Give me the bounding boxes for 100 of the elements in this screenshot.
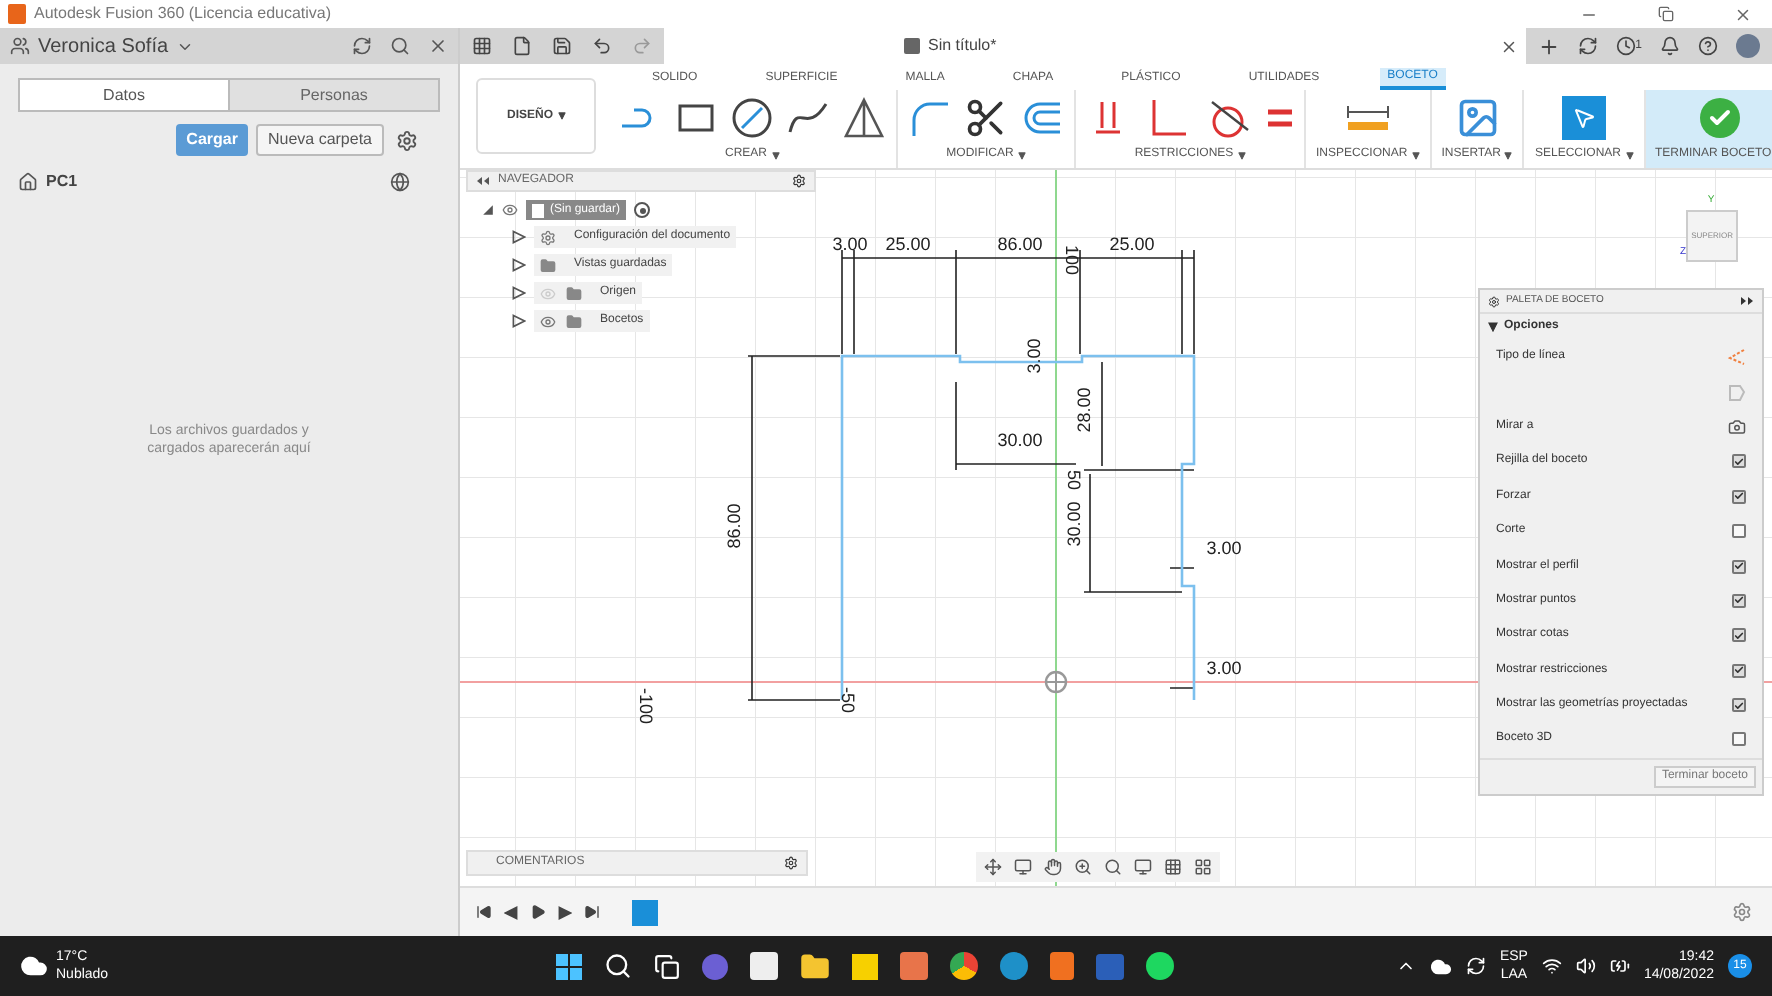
play-icon[interactable] xyxy=(530,904,546,920)
dimension-label[interactable]: 100 xyxy=(1062,244,1082,276)
skip-end-icon[interactable] xyxy=(584,904,600,920)
browser-icon[interactable] xyxy=(950,952,979,980)
notes-icon[interactable] xyxy=(852,953,879,979)
folder-icon[interactable] xyxy=(800,951,831,981)
collapse-icon[interactable] xyxy=(476,176,490,186)
expand-panel-icon[interactable] xyxy=(1740,296,1754,306)
caret-down-icon[interactable] xyxy=(1625,151,1633,159)
dimension-label[interactable]: 30.00 xyxy=(1064,501,1084,547)
save-icon[interactable] xyxy=(552,36,572,56)
caret-down-icon[interactable] xyxy=(1017,151,1026,159)
caret-down-icon[interactable] xyxy=(1237,151,1246,159)
circle-tool-icon[interactable] xyxy=(730,96,774,140)
sync-icon[interactable] xyxy=(1465,956,1486,976)
timeline-sketch-icon[interactable] xyxy=(632,899,658,925)
new-tab-icon[interactable] xyxy=(1537,35,1560,57)
notifications-icon[interactable] xyxy=(1660,36,1680,56)
task-view-icon[interactable] xyxy=(654,953,681,979)
checkbox[interactable] xyxy=(1732,732,1746,747)
dimension-label[interactable]: 3.00 xyxy=(1024,338,1044,374)
dimension-label[interactable]: 86.00 xyxy=(997,234,1043,254)
avatar[interactable] xyxy=(1736,34,1760,58)
checkbox[interactable] xyxy=(1732,663,1746,678)
sync-icon[interactable] xyxy=(1577,36,1598,56)
checkbox[interactable] xyxy=(1732,524,1746,539)
tangent-icon[interactable] xyxy=(1206,96,1250,140)
image-icon[interactable] xyxy=(1455,96,1500,140)
globe-icon[interactable] xyxy=(390,172,410,192)
job-status-icon[interactable] xyxy=(1615,36,1636,56)
dimension-label[interactable]: 86.00 xyxy=(724,503,744,549)
checkbox[interactable] xyxy=(1732,454,1746,469)
viewports-icon[interactable] xyxy=(1194,858,1212,876)
dimension-label[interactable]: 3.00 xyxy=(1206,538,1242,558)
caret-down-icon[interactable] xyxy=(1504,151,1513,159)
zoom-window-icon[interactable] xyxy=(1104,858,1122,876)
orbit-icon[interactable] xyxy=(984,858,1002,876)
skip-start-icon[interactable] xyxy=(476,904,492,920)
section-caret-icon[interactable] xyxy=(1488,322,1498,332)
expanded-caret-icon[interactable] xyxy=(482,204,494,216)
new-folder-button[interactable]: Nueva carpeta xyxy=(255,124,384,156)
close-icon[interactable] xyxy=(428,36,448,56)
file-icon[interactable] xyxy=(512,36,532,56)
restore-icon[interactable] xyxy=(1658,5,1674,21)
panel-tab[interactable]: Datos xyxy=(20,80,228,110)
dimension-label[interactable]: -100 xyxy=(636,688,656,724)
volume-icon[interactable] xyxy=(1575,956,1596,976)
settings-icon[interactable] xyxy=(784,856,798,870)
battery-icon[interactable] xyxy=(1609,956,1630,976)
chat-icon[interactable] xyxy=(702,953,729,979)
scissors-icon[interactable] xyxy=(964,96,1008,140)
help-icon[interactable] xyxy=(1698,36,1718,56)
caret-down-icon[interactable] xyxy=(771,151,779,159)
refresh-icon[interactable] xyxy=(352,36,372,56)
look-at-icon[interactable] xyxy=(1014,858,1032,876)
dimension-label[interactable]: 25.00 xyxy=(885,234,931,254)
dimension-label[interactable]: 50 xyxy=(1064,470,1084,490)
grid-icon[interactable] xyxy=(1164,858,1182,876)
checkbox[interactable] xyxy=(1732,559,1746,574)
checkbox[interactable] xyxy=(1732,698,1746,713)
checkbox[interactable] xyxy=(1732,489,1746,504)
zoom-icon[interactable] xyxy=(1074,858,1092,876)
panel-tab[interactable]: Personas xyxy=(228,80,438,110)
settings-icon[interactable] xyxy=(792,174,806,188)
undo-icon[interactable] xyxy=(592,36,612,56)
user-name[interactable]: Veronica Sofía xyxy=(38,31,169,61)
document-tab[interactable]: Sin título* xyxy=(664,28,1526,64)
start-icon[interactable] xyxy=(556,953,583,979)
cloud-icon[interactable] xyxy=(20,952,48,980)
cloud-icon[interactable] xyxy=(1429,955,1452,977)
checkbox[interactable] xyxy=(1732,628,1746,643)
dimension-label[interactable]: 28.00 xyxy=(1074,387,1094,433)
grid-menu-icon[interactable] xyxy=(472,36,492,56)
camera-icon[interactable] xyxy=(1728,417,1746,436)
check-icon[interactable] xyxy=(1699,98,1740,138)
close-icon[interactable] xyxy=(1734,5,1752,23)
triangle-tool-icon[interactable] xyxy=(842,96,886,140)
wifi-icon[interactable] xyxy=(1541,956,1562,976)
display-icon[interactable] xyxy=(1134,858,1152,876)
dimension-label[interactable]: 30.00 xyxy=(997,430,1043,450)
dimension-label[interactable]: 3.00 xyxy=(832,234,868,254)
search-icon[interactable] xyxy=(604,952,633,980)
app-icon[interactable] xyxy=(750,952,779,980)
dimension-label[interactable]: 25.00 xyxy=(1109,234,1155,254)
eye-icon[interactable] xyxy=(540,313,556,329)
close-tab-icon[interactable] xyxy=(1499,37,1518,55)
document-app-icon[interactable] xyxy=(1096,953,1125,979)
eye-icon[interactable] xyxy=(502,202,518,218)
checkbox[interactable] xyxy=(1732,593,1746,608)
settings-icon[interactable] xyxy=(396,129,418,151)
breadcrumb-item[interactable]: PC1 xyxy=(46,170,78,194)
dimension-label[interactable]: 3.00 xyxy=(1206,658,1242,678)
step-forward-icon[interactable] xyxy=(558,905,572,919)
pan-icon[interactable] xyxy=(1044,858,1062,876)
caret-down-icon[interactable] xyxy=(1411,151,1420,159)
activate-icon[interactable] xyxy=(634,202,651,218)
browser-icon[interactable] xyxy=(1000,952,1029,980)
music-app-icon[interactable] xyxy=(1146,952,1175,980)
home-icon[interactable] xyxy=(18,172,38,192)
dimension-label[interactable]: -50 xyxy=(838,687,858,713)
